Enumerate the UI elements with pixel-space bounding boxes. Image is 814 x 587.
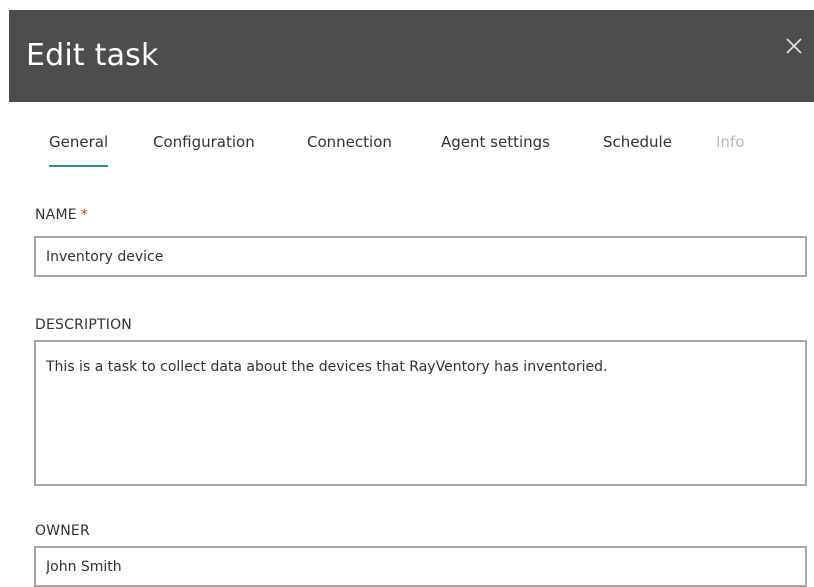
tab-general[interactable]: General: [49, 128, 109, 167]
tab-bar: General Configuration Connection Agent s…: [34, 128, 794, 168]
owner-label: OWNER: [35, 523, 90, 539]
name-label: NAME *: [35, 206, 88, 224]
tab-agent-settings[interactable]: Agent settings: [441, 128, 550, 164]
tab-configuration[interactable]: Configuration: [153, 128, 255, 164]
dialog-title: Edit task: [26, 38, 159, 73]
close-icon: [786, 38, 802, 54]
dialog-header: Edit task: [9, 10, 814, 102]
description-label: DESCRIPTION: [35, 317, 132, 333]
edit-task-dialog: Edit task General Configuration Connecti…: [0, 0, 814, 587]
description-textarea[interactable]: This is a task to collect data about the…: [34, 340, 807, 486]
tab-schedule[interactable]: Schedule: [603, 128, 672, 164]
owner-input[interactable]: [34, 546, 807, 587]
close-button[interactable]: [780, 32, 808, 60]
tab-info: Info: [716, 133, 745, 151]
name-input[interactable]: [34, 236, 807, 277]
required-marker: *: [80, 207, 88, 223]
name-label-text: NAME: [35, 207, 77, 223]
tab-connection[interactable]: Connection: [307, 128, 392, 164]
